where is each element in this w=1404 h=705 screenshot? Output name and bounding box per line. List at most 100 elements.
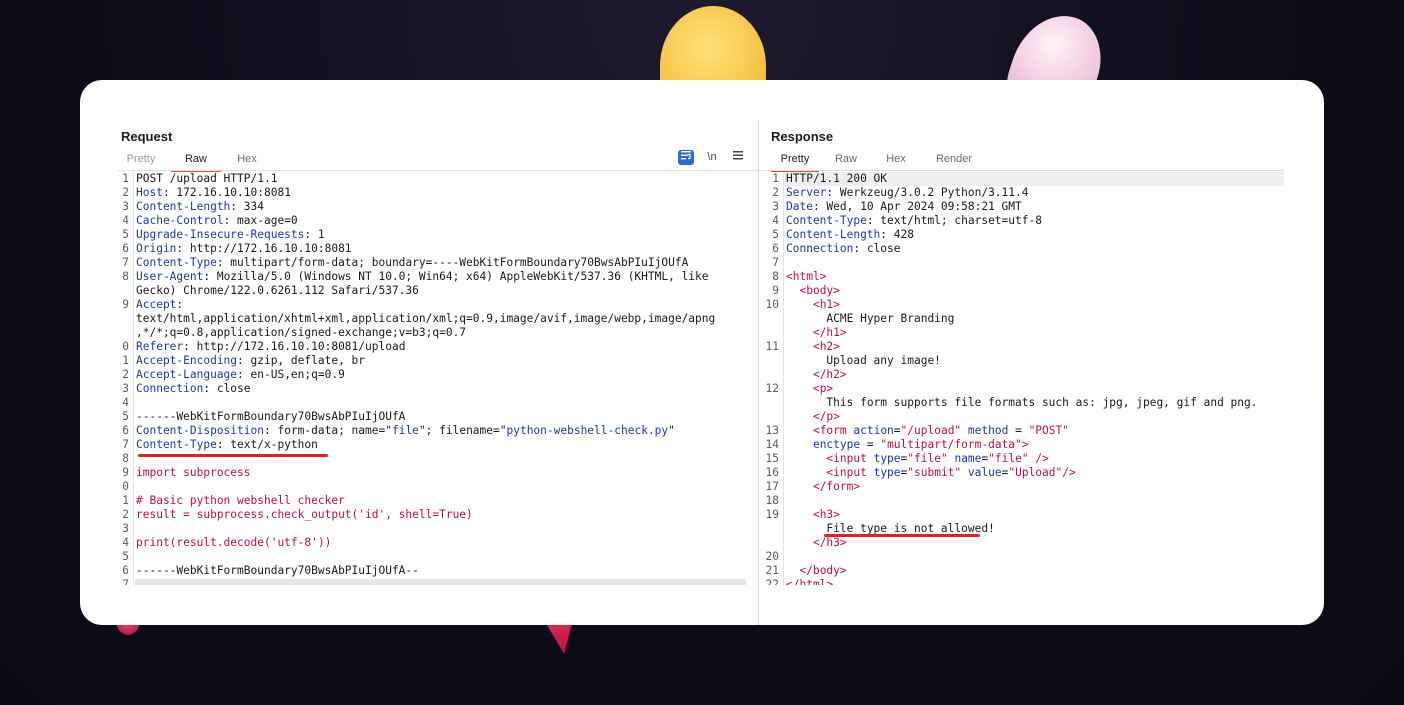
- pane-divider[interactable]: [758, 120, 759, 625]
- response-code-text: Date: Wed, 10 Apr 2024 09:58:21 GMT: [786, 200, 1022, 213]
- line-number: 8: [122, 452, 129, 465]
- response-code-text: </body>: [799, 564, 847, 577]
- response-editor[interactable]: 1 HTTP/1.1 200 OK 2 Server: Werkzeug/3.0.2 …: [763, 172, 1283, 585]
- response-error-underline: [824, 534, 980, 537]
- response-code-text: Server: Werkzeug/3.0.2 Python/3.11.4: [786, 186, 1029, 199]
- tab-request-hex[interactable]: Hex: [227, 150, 267, 170]
- response-code-line: 4 Content-Type: text/html; charset=utf-8: [763, 214, 1283, 228]
- line-number: 19: [765, 508, 779, 521]
- line-number: 4: [772, 214, 779, 227]
- line-number: 9: [122, 298, 129, 311]
- line-number: 11: [765, 340, 779, 353]
- request-title: Request: [121, 129, 173, 144]
- tab-request-pretty[interactable]: Pretty: [121, 150, 161, 170]
- response-code-text: ACME Hyper Branding: [786, 312, 955, 325]
- line-number: 7: [122, 578, 129, 585]
- response-code-text: <h2>: [812, 340, 840, 353]
- hamburger-menu-icon[interactable]: [730, 150, 746, 165]
- response-code-text: <body>: [799, 284, 840, 297]
- line-number: 3: [122, 522, 129, 535]
- line-number: 17: [765, 480, 779, 493]
- response-code-text: Content-Length: 428: [786, 228, 914, 241]
- response-code-text: Content-Type: text/html; charset=utf-8: [786, 214, 1042, 227]
- line-number: 4: [122, 214, 129, 227]
- response-code-line: 20: [763, 550, 1283, 564]
- line-number: 8: [122, 270, 129, 283]
- request-code-line: 6 Origin: http://172.16.10.10:8081: [119, 242, 749, 256]
- response-code-line: 13 <form action="/upload" method = "POST…: [763, 424, 1283, 438]
- request-code-text: ------WebKitFormBoundary70BwsAbPIuIjOUfA: [136, 410, 406, 423]
- request-code-line: 3 Content-Length: 334: [119, 200, 749, 214]
- line-number: 22: [765, 578, 779, 585]
- response-code-line: 11 <h2>: [763, 340, 1283, 354]
- line-number: 15: [765, 452, 779, 465]
- response-code-text: <p>: [812, 382, 834, 395]
- response-code-line: </p>: [763, 410, 1283, 424]
- line-number: 14: [765, 438, 779, 451]
- request-code-line: 0: [119, 480, 749, 494]
- response-code-line: </h2>: [763, 368, 1283, 382]
- request-code-text: text/html,application/xhtml+xml,applicat…: [136, 312, 716, 325]
- wrap-lines-icon[interactable]: [678, 150, 694, 165]
- response-code-text: HTTP/1.1 200 OK: [786, 172, 888, 185]
- request-code-text: Accept-Language: en-US,en;q=0.9: [136, 368, 345, 381]
- line-number: 16: [765, 466, 779, 479]
- response-code-text: </html>: [786, 578, 834, 585]
- tab-response-render[interactable]: Render: [931, 150, 977, 170]
- request-content-type-underline: [138, 454, 328, 457]
- request-code-line: 5 ------WebKitFormBoundary70BwsAbPIuIjOUf…: [119, 410, 749, 424]
- response-code-text: Connection: close: [786, 242, 901, 255]
- request-code-text: result = subprocess.check_output('id', s…: [136, 508, 473, 521]
- request-code-text: print(result.decode('utf-8')): [136, 536, 332, 549]
- response-code-text: Upload any image!: [786, 354, 941, 367]
- line-number: 8: [772, 270, 779, 283]
- response-code-line: 6 Connection: close: [763, 242, 1283, 256]
- request-code-line: 3 Connection: close: [119, 382, 749, 396]
- response-code-text: <h1>: [812, 298, 840, 311]
- tab-response-hex[interactable]: Hex: [881, 150, 911, 170]
- tab-response-raw[interactable]: Raw: [831, 150, 861, 170]
- response-code-line: 10 <h1>: [763, 298, 1283, 312]
- response-tabs: Pretty Raw Hex Render: [771, 150, 1311, 172]
- response-code-line: 5 Content-Length: 428: [763, 228, 1283, 242]
- line-number: 2: [772, 186, 779, 199]
- request-code-text: Host: 172.16.10.10:8081: [136, 186, 291, 199]
- response-code-line: </h3>: [763, 536, 1283, 550]
- response-code-text: enctype = "multipart/form-data">: [812, 438, 1029, 451]
- line-number: 3: [122, 382, 129, 395]
- line-number: 13: [765, 424, 779, 437]
- line-number: 18: [765, 494, 779, 507]
- line-number: 1: [122, 494, 129, 507]
- response-code-line: 7: [763, 256, 1283, 270]
- line-number: 4: [122, 536, 129, 549]
- response-code-line: 8 <html>: [763, 270, 1283, 284]
- request-pane: Request Pretty Raw Hex \n 1 POST /upload …: [80, 80, 758, 625]
- response-code-line: 19 <h3>: [763, 508, 1283, 522]
- line-number: 7: [122, 438, 129, 451]
- request-tabs-divider: [118, 170, 758, 171]
- line-number: 10: [765, 298, 779, 311]
- line-number: 6: [122, 242, 129, 255]
- tab-request-raw[interactable]: Raw: [171, 150, 221, 172]
- response-code-line: 17 </form>: [763, 480, 1283, 494]
- request-code-line: 5: [119, 550, 749, 564]
- line-number: 5: [772, 228, 779, 241]
- response-tabs-divider: [761, 170, 1284, 171]
- request-horizontal-scrollbar[interactable]: [135, 579, 746, 585]
- response-code-line: 12 <p>: [763, 382, 1283, 396]
- line-number: 0: [122, 340, 129, 353]
- response-code-line: ACME Hyper Branding: [763, 312, 1283, 326]
- request-code-line: 6 ------WebKitFormBoundary70BwsAbPIuIjOUf…: [119, 564, 749, 578]
- line-number: 1: [122, 172, 129, 185]
- request-code-line: 1 # Basic python webshell checker: [119, 494, 749, 508]
- response-code-line: 3 Date: Wed, 10 Apr 2024 09:58:21 GMT: [763, 200, 1283, 214]
- response-code-line: </h1>: [763, 326, 1283, 340]
- response-code-line: 1 HTTP/1.1 200 OK: [763, 172, 1283, 186]
- newline-toggle-button[interactable]: \n: [704, 150, 720, 165]
- line-number: 0: [122, 480, 129, 493]
- response-code-line: 16 <input type="submit" value="Upload"/>: [763, 466, 1283, 480]
- response-code-line: 22 </html>: [763, 578, 1283, 585]
- request-editor[interactable]: 1 POST /upload HTTP/1.1 2 Host: 172.16.10.1…: [119, 172, 749, 585]
- response-code-line: This form supports file formats such as:…: [763, 396, 1283, 410]
- tab-response-pretty[interactable]: Pretty: [771, 150, 819, 172]
